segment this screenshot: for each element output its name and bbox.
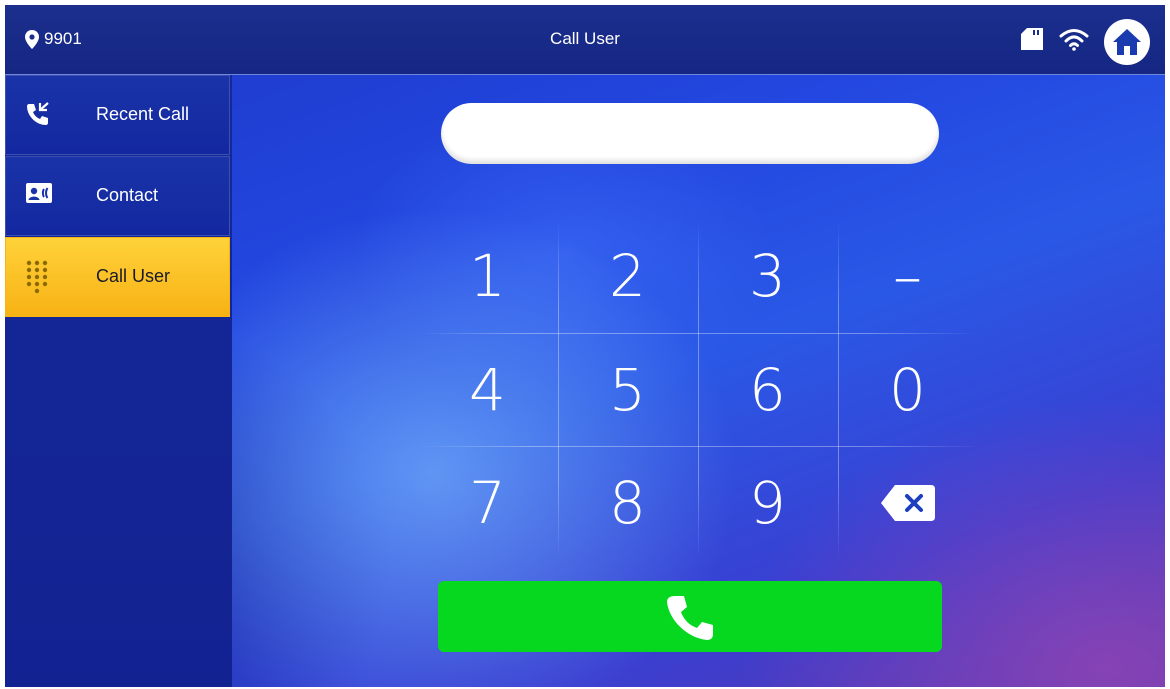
dial-keypad: 1 2 3 – 4 5 6 0 7 8 9 xyxy=(418,220,978,560)
call-button[interactable] xyxy=(438,581,942,652)
key-1[interactable]: 1 xyxy=(418,220,557,332)
sidebar: Recent Call Contact Call User xyxy=(5,75,232,687)
top-bar: 9901 Call User xyxy=(5,5,1165,75)
sd-card-icon xyxy=(1021,28,1043,50)
dialpad-icon xyxy=(26,260,48,294)
backspace-icon xyxy=(880,485,935,521)
key-0[interactable]: 0 xyxy=(838,334,977,446)
dial-number-input[interactable] xyxy=(441,103,939,164)
contact-icon xyxy=(26,183,52,203)
sidebar-item-contact[interactable]: Contact xyxy=(5,156,230,236)
sidebar-item-call-user[interactable]: Call User xyxy=(5,237,230,317)
home-icon xyxy=(1113,29,1141,55)
key-3[interactable]: 3 xyxy=(698,220,837,332)
home-button[interactable] xyxy=(1104,19,1150,65)
key-2[interactable]: 2 xyxy=(558,220,697,332)
key-9[interactable]: 9 xyxy=(698,447,837,559)
key-7[interactable]: 7 xyxy=(418,447,557,559)
key-4[interactable]: 4 xyxy=(418,334,557,446)
sidebar-item-label: Recent Call xyxy=(96,104,190,124)
phone-icon xyxy=(667,595,713,640)
page-title: Call User xyxy=(550,29,620,48)
sidebar-item-label: Contact xyxy=(96,185,159,205)
recent-call-icon xyxy=(27,102,49,125)
sidebar-item-recent-call[interactable]: Recent Call xyxy=(5,75,230,155)
key-dash[interactable]: – xyxy=(838,220,977,332)
key-5[interactable]: 5 xyxy=(558,334,697,446)
sidebar-item-label: Call User xyxy=(96,266,171,286)
key-6[interactable]: 6 xyxy=(698,334,837,446)
screen: 9901 Call User Recent Call Contact Call … xyxy=(5,5,1165,687)
key-8[interactable]: 8 xyxy=(558,447,697,559)
wifi-icon xyxy=(1059,29,1089,51)
backspace-key[interactable] xyxy=(838,447,977,559)
